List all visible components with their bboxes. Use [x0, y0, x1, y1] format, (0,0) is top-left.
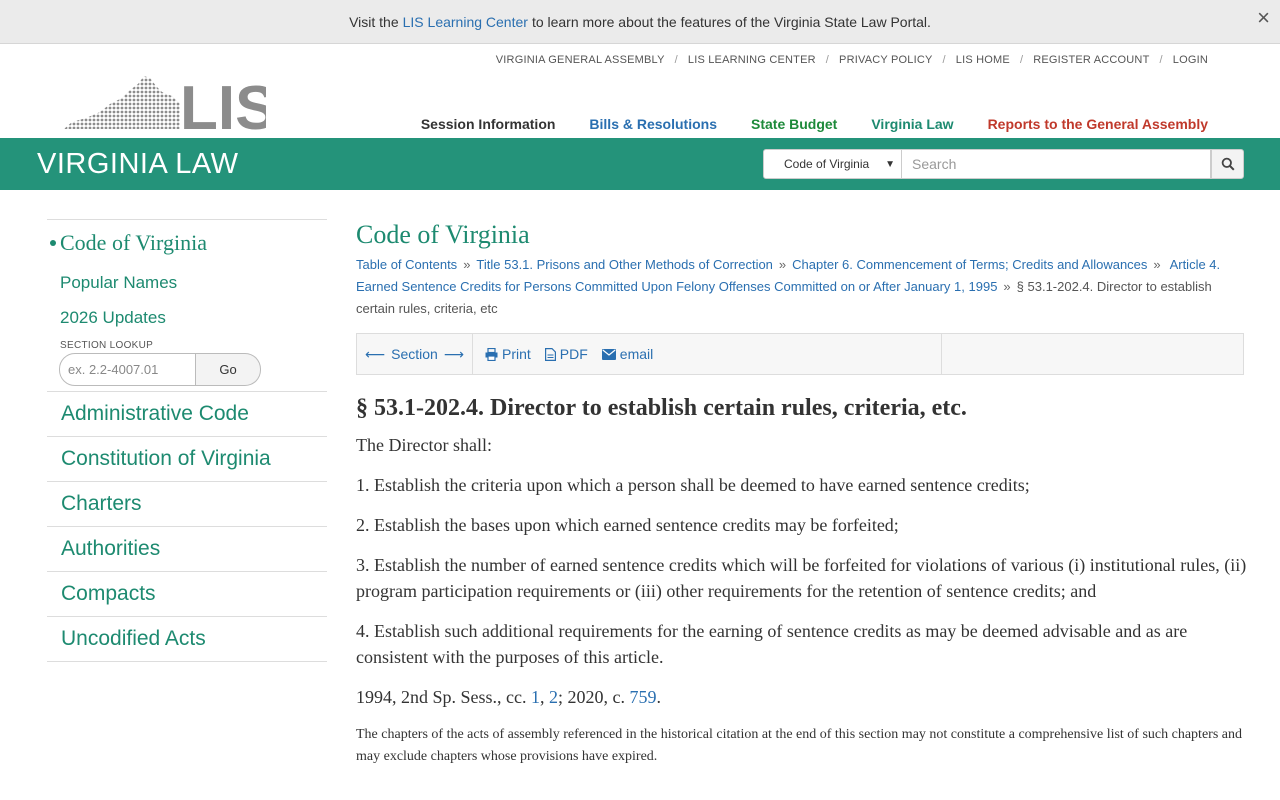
nav-state-budget[interactable]: State Budget — [751, 116, 837, 132]
sidebar-item-2026-updates[interactable]: 2026 Updates — [60, 308, 327, 328]
section-toolbar: ⟵ Section ⟶ Print PDF email — [356, 333, 1244, 375]
section-navigation: ⟵ Section ⟶ — [357, 334, 473, 374]
email-label: email — [619, 346, 654, 362]
sidebar-item-label: Code of Virginia — [60, 230, 207, 255]
chapter-link-1[interactable]: 1 — [531, 687, 540, 707]
search-scope-value: Code of Virginia — [784, 157, 870, 171]
search-scope-select[interactable]: Code of Virginia ▼ — [763, 149, 902, 179]
nav-bills-resolutions[interactable]: Bills & Resolutions — [589, 116, 717, 132]
section-intro: The Director shall: — [356, 435, 492, 455]
section-body: The Director shall: 1. Establish the cri… — [356, 432, 1250, 710]
lis-logo[interactable]: LIS — [64, 74, 276, 143]
sidebar-code-section: Code of Virginia Popular Names 2026 Upda… — [47, 219, 327, 391]
section-nav-label: Section — [391, 346, 438, 362]
utility-links: VIRGINIA GENERAL ASSEMBLY / LIS LEARNING … — [495, 54, 1208, 66]
util-link-general-assembly[interactable]: VIRGINIA GENERAL ASSEMBLY — [496, 54, 665, 66]
search-input[interactable]: Search — [902, 149, 1211, 179]
print-button[interactable]: Print — [485, 346, 531, 362]
main-content: Code of Virginia Table of Contents» Title… — [356, 220, 1250, 768]
breadcrumb-chapter[interactable]: Chapter 6. Commencement of Terms; Credit… — [792, 257, 1147, 272]
section-item: 1. Establish the criteria upon which a p… — [356, 475, 1030, 495]
pdf-button[interactable]: PDF — [544, 346, 588, 362]
sidebar-item-authorities[interactable]: Authorities — [47, 526, 327, 571]
util-link-learning-center[interactable]: LIS LEARNING CENTER — [688, 54, 816, 66]
page-title: Code of Virginia — [356, 220, 530, 249]
chevron-down-icon: ▼ — [885, 159, 895, 170]
sidebar-item-compacts[interactable]: Compacts — [47, 571, 327, 616]
active-bullet-icon — [50, 240, 56, 246]
section-actions: Print PDF email — [473, 334, 942, 374]
nav-reports[interactable]: Reports to the General Assembly — [988, 116, 1208, 132]
pdf-label: PDF — [559, 346, 588, 362]
history-citation: 1994, 2nd Sp. Sess., cc. 1, 2; 2020, c. … — [356, 687, 661, 707]
section-heading: § 53.1-202.4. Director to establish cert… — [356, 395, 967, 421]
nav-session-information[interactable]: Session Information — [421, 116, 556, 132]
prev-section-arrow-icon[interactable]: ⟵ — [365, 346, 385, 363]
section-item: 2. Establish the bases upon which earned… — [356, 515, 899, 535]
chapter-link-759[interactable]: 759 — [630, 687, 657, 707]
sidebar-item-uncodified-acts[interactable]: Uncodified Acts — [47, 616, 327, 661]
sidebar-item-code-of-virginia[interactable]: Code of Virginia — [47, 230, 327, 256]
email-button[interactable]: email — [601, 346, 654, 362]
print-label: Print — [502, 346, 531, 362]
sidebar-item-constitution[interactable]: Constitution of Virginia — [47, 436, 327, 481]
breadcrumb: Table of Contents» Title 53.1. Prisons an… — [356, 257, 1221, 316]
nav-virginia-law[interactable]: Virginia Law — [871, 116, 953, 132]
sidebar-item-popular-names[interactable]: Popular Names — [60, 273, 327, 293]
notice-prefix: Visit the — [349, 13, 399, 30]
search-icon — [1221, 157, 1235, 171]
section-lookup-go-button[interactable]: Go — [196, 353, 261, 386]
section-lookup-input[interactable]: ex. 2.2-4007.01 — [59, 353, 196, 386]
band-title: VIRGINIA LAW — [37, 148, 239, 180]
breadcrumb-title[interactable]: Title 53.1. Prisons and Other Methods of… — [476, 257, 773, 272]
notice-learning-center-link[interactable]: LIS Learning Center — [403, 14, 528, 30]
notice-bar: Visit the LIS Learning Center to learn m… — [0, 0, 1280, 44]
notice-suffix: to learn more about the features of the … — [531, 13, 931, 30]
section-item: 4. Establish such additional requirement… — [356, 621, 1188, 667]
util-link-lis-home[interactable]: LIS HOME — [956, 54, 1010, 66]
search-button[interactable] — [1211, 149, 1244, 179]
next-section-arrow-icon[interactable]: ⟶ — [444, 346, 464, 363]
breadcrumb-table-of-contents[interactable]: Table of Contents — [356, 257, 457, 272]
chapter-link-2[interactable]: 2 — [549, 687, 558, 707]
sidebar-item-administrative-code[interactable]: Administrative Code — [47, 391, 327, 436]
envelope-icon — [601, 348, 616, 360]
util-link-register-account[interactable]: REGISTER ACCOUNT — [1033, 54, 1149, 66]
util-link-privacy-policy[interactable]: PRIVACY POLICY — [839, 54, 932, 66]
sidebar-item-charters[interactable]: Charters — [47, 481, 327, 526]
sidebar-divider — [47, 661, 327, 662]
section-lookup-label: SECTION LOOKUP — [60, 340, 154, 351]
print-icon — [485, 347, 498, 361]
section-item: 3. Establish the number of earned senten… — [356, 555, 1247, 601]
section-lookup: ex. 2.2-4007.01 Go — [59, 353, 261, 386]
close-icon[interactable]: × — [1257, 7, 1270, 29]
historical-citation-note: The chapters of the acts of assembly ref… — [356, 727, 1242, 764]
search-bar: Code of Virginia ▼ Search — [763, 149, 1244, 179]
file-pdf-icon — [544, 347, 556, 361]
util-link-login[interactable]: LOGIN — [1173, 54, 1208, 66]
logo-text: LIS — [180, 74, 266, 132]
main-nav: Session Information Bills & Resolutions … — [421, 116, 1208, 132]
virginia-map-icon: LIS — [64, 74, 276, 143]
sidebar: Code of Virginia Popular Names 2026 Upda… — [47, 219, 327, 662]
